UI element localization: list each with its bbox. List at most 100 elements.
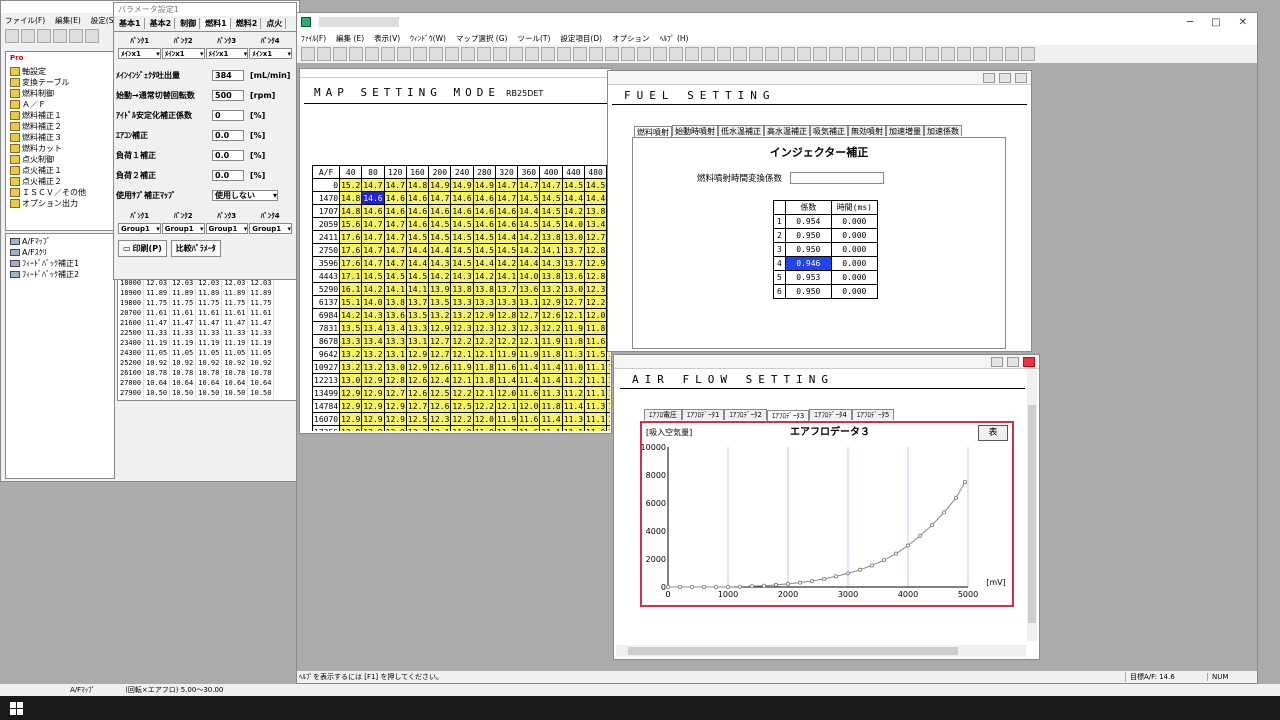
map-cell[interactable]: 11.4 (539, 360, 563, 374)
map-cell[interactable]: 12.9 (584, 256, 608, 270)
table-cell[interactable]: 10.78 (195, 368, 223, 378)
tree-item[interactable]: 燃料補正２ (10, 121, 114, 132)
coef-cell[interactable]: 0.953 (784, 270, 832, 285)
toolbar-button-icon[interactable] (797, 47, 811, 61)
map-cell[interactable]: 13.9 (428, 282, 452, 296)
coef-cell[interactable]: 0.950 (784, 228, 832, 243)
map-cell[interactable]: 11.9 (450, 360, 474, 374)
toolbar-button-icon[interactable] (477, 47, 491, 61)
map-cell[interactable]: 12.0 (494, 386, 519, 400)
map-cell[interactable]: 12.9 (361, 373, 385, 387)
map-cell[interactable]: 14.0 (361, 295, 385, 309)
map-cell[interactable]: 14.6 (494, 217, 519, 231)
map-cell[interactable]: 13.4 (383, 321, 407, 335)
menu-edit[interactable]: 編集(E) (55, 15, 81, 26)
airflow-hscroll[interactable] (616, 645, 1026, 657)
toolbar-button-icon[interactable] (813, 47, 827, 61)
param-tab[interactable]: 基本1 (116, 18, 145, 29)
map-cell[interactable]: 11.0 (606, 399, 610, 413)
table-cell[interactable]: 11.61 (195, 308, 223, 318)
map-cell[interactable]: 13.5 (428, 295, 452, 309)
fuel-close-icon[interactable] (1015, 72, 1027, 83)
time-cell[interactable]: 0.000 (830, 256, 878, 271)
map-cell[interactable]: 14.4 (517, 204, 541, 218)
map-cell[interactable]: 12.0 (584, 308, 608, 322)
toolbar-button-icon[interactable] (765, 47, 779, 61)
map-cell[interactable]: 13.2 (339, 360, 363, 374)
table-cell[interactable]: 10.64 (221, 378, 249, 388)
map-cell[interactable]: 11.4 (561, 399, 586, 413)
map-cell[interactable]: 11.1 (539, 425, 563, 431)
toolbar-button-icon[interactable] (381, 47, 395, 61)
map-cell[interactable]: 12.7 (428, 334, 452, 348)
map-cell[interactable]: 14.2 (494, 256, 519, 270)
map-cell[interactable]: 14.9 (428, 178, 452, 192)
main-menu-item[interactable]: ﾌｧｲﾙ(F) (301, 33, 326, 44)
map-cell[interactable]: 14.3 (539, 256, 563, 270)
tree-item[interactable]: ＩＳＣＶ／その他 (10, 187, 114, 198)
map-cell[interactable]: 11.9 (539, 334, 563, 348)
map-cell[interactable]: 13.5 (405, 308, 430, 322)
map-cell[interactable]: 12.1 (450, 373, 474, 387)
map-cell[interactable]: 11.4 (517, 360, 541, 374)
map-cell[interactable]: 14.6 (383, 191, 407, 205)
print-icon[interactable] (53, 29, 67, 43)
map-cell[interactable]: 14.8 (339, 204, 363, 218)
map-cell[interactable]: 14.7 (428, 191, 452, 205)
fuel-tab[interactable]: 燃料噴射 (634, 126, 672, 137)
map-cell[interactable]: 12.9 (383, 412, 407, 426)
time-cell[interactable]: 0.000 (830, 284, 878, 299)
table-cell[interactable]: 11.75 (169, 298, 197, 308)
table-cell[interactable]: 26100 (118, 368, 145, 378)
table-cell[interactable]: 11.47 (169, 318, 197, 328)
table-cell[interactable]: 11.75 (247, 298, 275, 308)
map-cell[interactable]: 12.9 (405, 347, 430, 361)
map-cell[interactable]: 12.9 (339, 412, 363, 426)
map-cell[interactable]: 12.9 (383, 399, 407, 413)
map-cell[interactable]: 15.1 (339, 295, 363, 309)
map-cell[interactable]: 13.8 (450, 282, 474, 296)
map-cell[interactable]: 11.4 (517, 373, 541, 387)
list-item[interactable]: A/Fｽｸﾘ (10, 247, 110, 258)
fuel-tab[interactable]: 高水温補正 (764, 125, 810, 136)
table-cell[interactable]: 11.89 (143, 288, 171, 298)
map-cell[interactable]: 11.4 (539, 412, 563, 426)
map-cell[interactable]: 14.5 (450, 243, 474, 257)
map-cell[interactable]: 14.7 (494, 178, 519, 192)
map-cell[interactable]: 14.5 (494, 243, 519, 257)
map-cell[interactable]: 11.8 (539, 347, 563, 361)
table-cell[interactable]: 10.92 (143, 358, 171, 368)
main-menu-item[interactable]: 表示(V) (374, 33, 400, 44)
map-cell[interactable]: 11.3 (561, 347, 586, 361)
map-cell[interactable]: 14.9 (450, 178, 474, 192)
tree-item[interactable]: 点火補正１ (10, 165, 114, 176)
map-cell[interactable]: 12.3 (472, 321, 496, 335)
toolbar-button-icon[interactable] (861, 47, 875, 61)
time-cell[interactable]: 0.000 (830, 214, 878, 229)
map-cell[interactable]: 13.3 (405, 321, 430, 335)
fuel-minimize-icon[interactable] (983, 72, 995, 83)
map-cell[interactable]: 14.5 (584, 178, 608, 192)
toolbar-button-icon[interactable] (317, 47, 331, 61)
tree-item[interactable]: 燃料補正１ (10, 110, 114, 121)
map-cell[interactable]: 12.9 (361, 386, 385, 400)
table-cell[interactable]: 10.78 (247, 368, 275, 378)
map-cell[interactable]: 14.4 (405, 243, 430, 257)
map-cell[interactable]: 11.2 (606, 360, 610, 374)
table-cell[interactable]: 11.05 (195, 348, 223, 358)
map-cell[interactable]: 11.4 (494, 373, 519, 387)
map-cell[interactable]: 13.7 (405, 295, 430, 309)
tree-item[interactable]: 軸設定 (10, 66, 114, 77)
toolbar-button-icon[interactable] (845, 47, 859, 61)
map-cell[interactable]: 12.2 (539, 321, 563, 335)
map-cell[interactable]: 14.2 (517, 243, 541, 257)
table-cell[interactable]: 11.05 (247, 348, 275, 358)
map-cell[interactable]: 12.6 (428, 399, 452, 413)
map-cell[interactable]: 14.7 (361, 243, 385, 257)
toolbar-button-icon[interactable] (557, 47, 571, 61)
toolbar-button-icon[interactable] (525, 47, 539, 61)
table-cell[interactable]: 11.05 (143, 348, 171, 358)
map-cell[interactable]: 14.2 (517, 230, 541, 244)
map-cell[interactable]: 12.9 (383, 425, 407, 431)
map-cell[interactable]: 14.6 (494, 204, 519, 218)
